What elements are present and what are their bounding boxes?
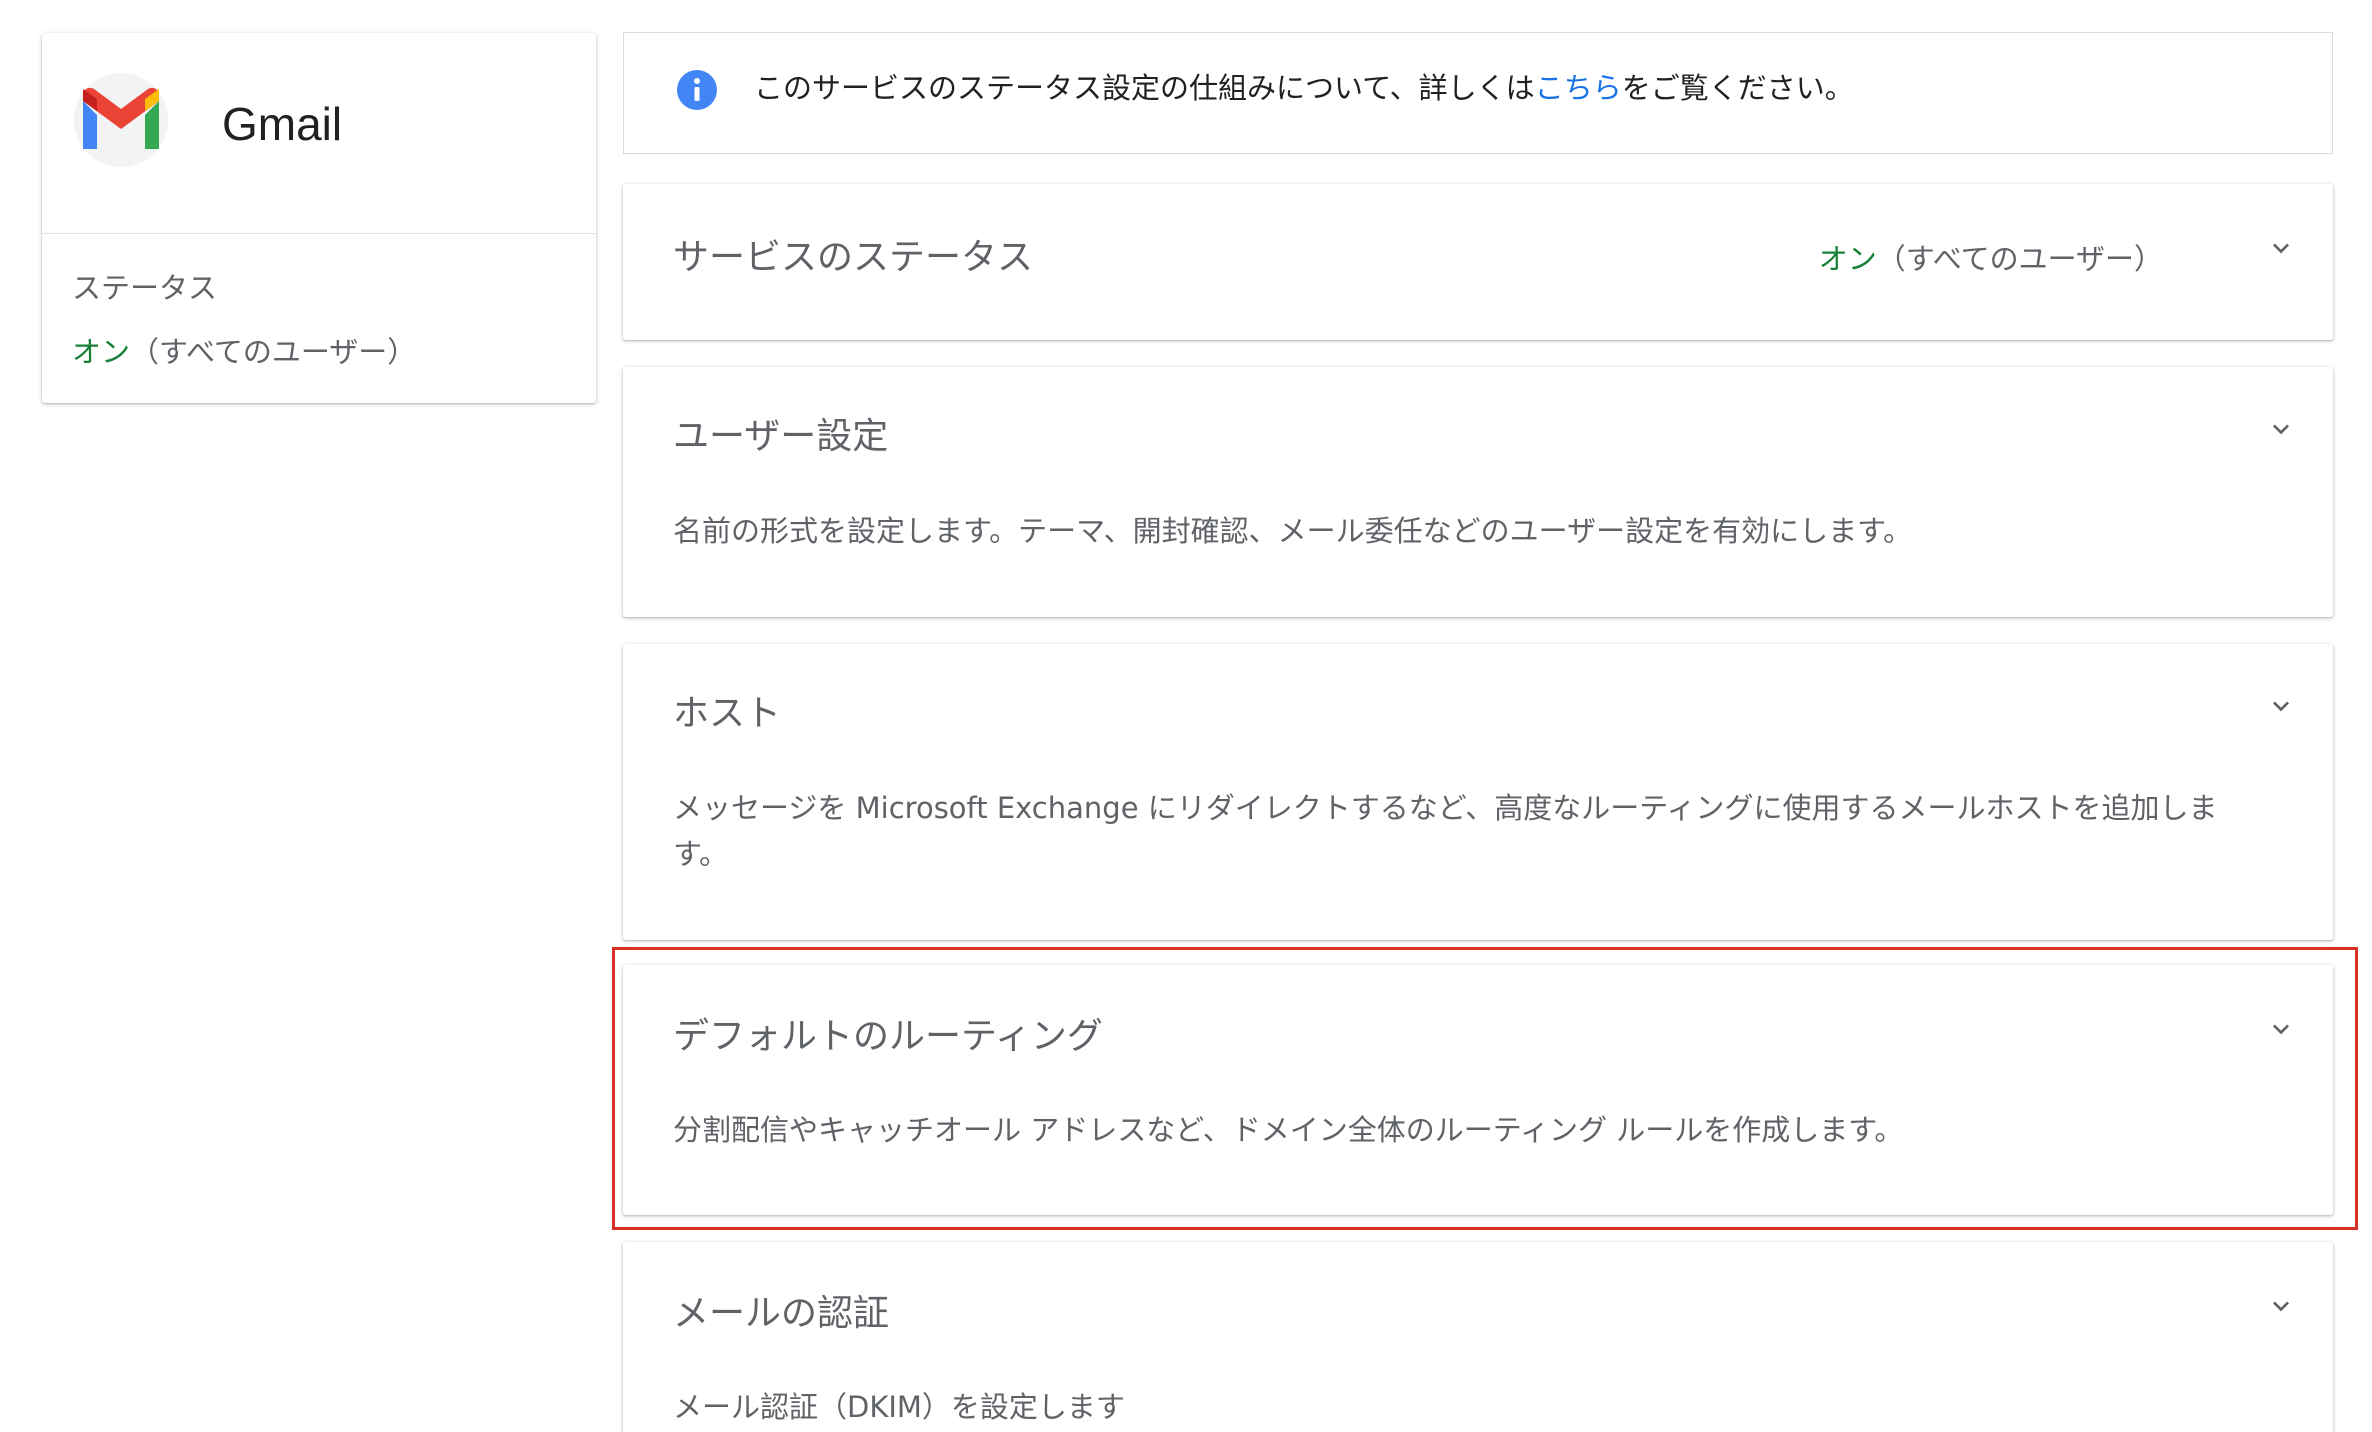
chevron-down-icon[interactable] [2265,690,2297,722]
service-status-value: オン（すべてのユーザー） [72,329,416,371]
section-title: ホスト [673,693,782,734]
section-hosts[interactable]: ホスト メッセージを Microsoft Exchange にリダイレクトするな… [623,644,2333,940]
info-text: このサービスのステータス設定の仕組みについて、詳しくはこちらをご覧ください。 [754,65,1854,107]
status-scope-text: （すべてのユーザー） [130,335,417,369]
info-text-before: このサービスのステータス設定の仕組みについて、詳しくは [754,71,1535,105]
section-description: 名前の形式を設定します。テーマ、開封確認、メール委任などのユーザー設定を有効にし… [673,514,1913,548]
info-icon [677,70,717,110]
chevron-down-icon[interactable] [2265,232,2297,264]
service-summary-card: Gmail ステータス オン（すべてのユーザー） [42,33,596,403]
info-link[interactable]: こちら [1535,71,1622,105]
status-scope-text: （すべてのユーザー） [1876,242,2163,276]
section-title: サービスのステータス [673,237,1034,278]
status-on-text: オン [72,335,131,369]
section-description: メール認証（DKIM）を設定します [673,1390,1125,1424]
section-description: 分割配信やキャッチオール アドレスなど、ドメイン全体のルーティング ルールを作成… [673,1113,1904,1147]
section-description: メッセージを Microsoft Exchange にリダイレクトするなど、高度… [673,791,2218,871]
section-email-authentication[interactable]: メールの認証 メール認証（DKIM）を設定します [623,1242,2333,1432]
gmail-logo-icon [74,73,168,167]
chevron-down-icon[interactable] [2265,413,2297,445]
chevron-down-icon[interactable] [2265,1013,2297,1045]
admin-console-gmail-page: Gmail ステータス オン（すべてのユーザー） このサービスのステータス設定の… [0,0,2372,1432]
section-title: ユーザー設定 [673,416,889,457]
service-header: Gmail [42,33,596,234]
info-text-after: をご覧ください。 [1621,71,1854,105]
chevron-down-icon[interactable] [2265,1290,2297,1322]
status-on-text: オン [1818,242,1877,276]
section-default-routing[interactable]: デフォルトのルーティング 分割配信やキャッチオール アドレスなど、ドメイン全体の… [623,965,2333,1215]
service-name: Gmail [222,98,343,150]
section-title: デフォルトのルーティング [673,1016,1103,1057]
info-banner: このサービスのステータス設定の仕組みについて、詳しくはこちらをご覧ください。 [623,32,2333,154]
section-status-value: オン（すべてのユーザー） [1819,236,2163,278]
service-status-label: ステータス [72,271,218,305]
section-title: メールの認証 [673,1293,890,1334]
section-user-settings[interactable]: ユーザー設定 名前の形式を設定します。テーマ、開封確認、メール委任などのユーザー… [623,367,2333,617]
section-service-status[interactable]: サービスのステータス オン（すべてのユーザー） [623,184,2333,340]
